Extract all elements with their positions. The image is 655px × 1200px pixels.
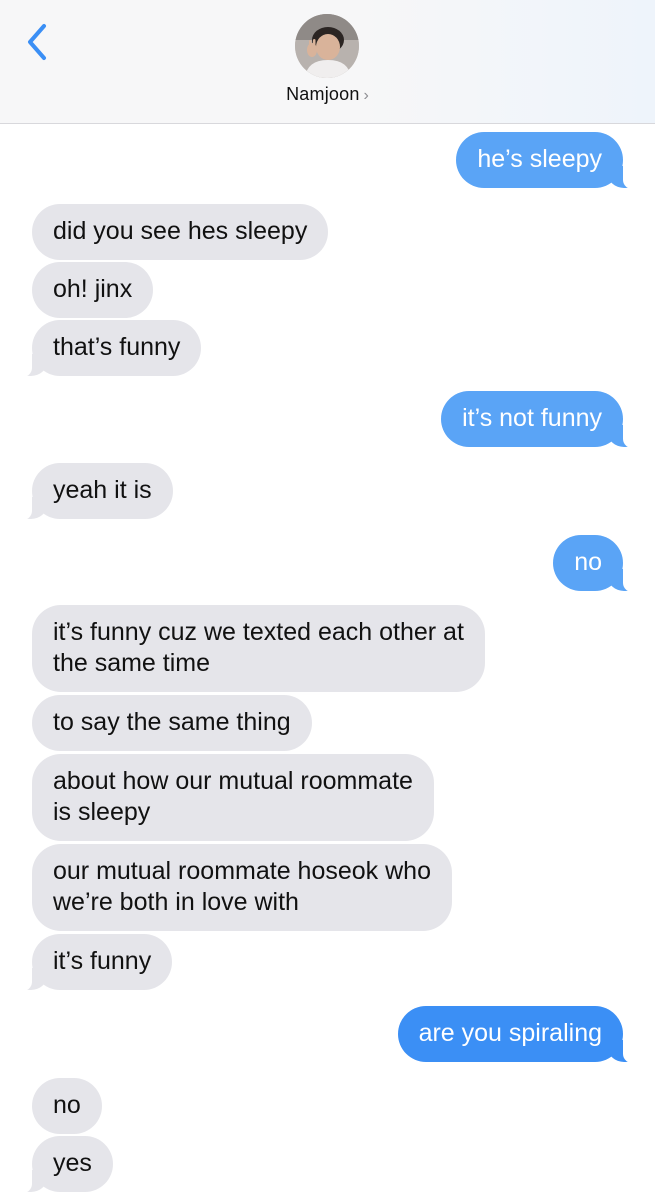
message-bubble-received[interactable]: that’s funny [7, 320, 202, 378]
message-bubble-received[interactable]: no [32, 1078, 102, 1134]
message-text: is sleepy [53, 798, 151, 826]
message-bubble-received[interactable]: did you see hes sleepy [32, 204, 329, 260]
message-text: the same time [53, 649, 211, 677]
message-text: it’s funny cuz we texted each other at [53, 618, 464, 646]
message-text: no [53, 1091, 81, 1119]
message-text: did you see hes sleepy [53, 217, 308, 245]
message-bubble-sent[interactable]: he’s sleepy [456, 132, 647, 190]
message-bubble-received[interactable]: it’s funny [7, 934, 173, 992]
message-bubble-sent[interactable]: no [553, 535, 647, 593]
message-thread: he’s sleepy did you see hes sleepy oh! j… [0, 0, 655, 1200]
message-text: our mutual roommate hoseok who [53, 857, 431, 885]
message-bubble-received[interactable]: yes [8, 1136, 113, 1194]
message-bubble-received[interactable]: about how our mutual roommate is sleepy [32, 754, 434, 841]
message-bubble-sent[interactable]: it’s not funny [441, 391, 647, 449]
message-bubble-received[interactable]: it’s funny cuz we texted each other at t… [32, 605, 485, 692]
message-text: oh! jinx [53, 275, 133, 303]
message-bubble-received[interactable]: oh! jinx [32, 262, 154, 318]
message-bubble-received[interactable]: to say the same thing [32, 695, 312, 751]
message-text: that’s funny [53, 333, 181, 361]
message-text: he’s sleepy [477, 145, 602, 173]
message-text: are you spiraling [418, 1019, 602, 1047]
message-text: it’s not funny [462, 404, 602, 432]
message-text: no [574, 548, 602, 576]
message-bubble-received[interactable]: yeah it is [8, 463, 173, 521]
message-text: yeah it is [53, 476, 152, 504]
message-text: it’s funny [53, 947, 152, 975]
message-bubble-sent[interactable]: are you spiraling [397, 1006, 648, 1064]
message-text: about how our mutual roommate [53, 767, 413, 795]
message-bubble-received[interactable]: our mutual roommate hoseok who we’re bot… [32, 844, 452, 931]
message-text: to say the same thing [53, 708, 291, 736]
message-text: yes [53, 1149, 92, 1177]
message-text: we’re both in love with [53, 888, 299, 916]
